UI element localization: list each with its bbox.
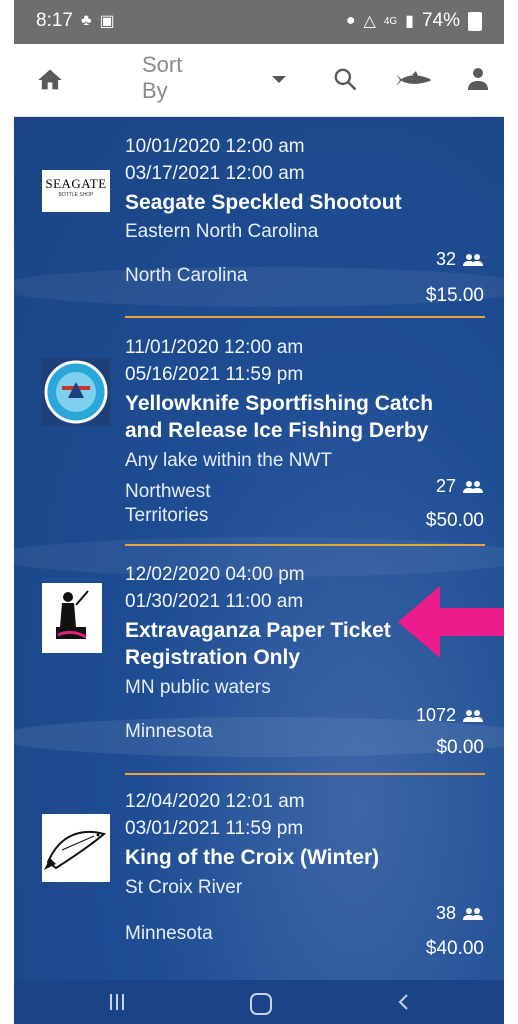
sort-label-line1: Sort <box>142 52 183 77</box>
back-icon[interactable] <box>392 990 416 1014</box>
location-icon: ● <box>345 12 356 29</box>
item-divider <box>125 773 485 775</box>
start-date: 10/01/2020 12:00 am <box>125 136 305 157</box>
logo-text: SEAGATE <box>45 176 107 191</box>
battery-icon <box>468 11 482 31</box>
tournament-location: Eastern North Carolina <box>125 221 319 242</box>
wifi-icon: △ <box>363 13 376 30</box>
start-date: 12/02/2020 04:00 pm <box>125 564 305 585</box>
search-icon[interactable] <box>332 66 358 92</box>
tournament-region-line2: Territories <box>125 505 209 526</box>
participant-count: 32 <box>436 249 484 270</box>
participant-number: 38 <box>435 903 456 923</box>
battery-percent: 74% <box>421 10 460 31</box>
system-nav-bar <box>14 980 504 1024</box>
image-notification-icon: ▣ <box>99 13 115 30</box>
item-divider <box>125 544 485 546</box>
participant-number: 32 <box>435 249 456 269</box>
home-nav-icon[interactable] <box>250 993 272 1015</box>
tournament-region-line1: Northwest <box>125 481 211 502</box>
tournament-title-line1[interactable]: Yellowknife Sportfishing Catch <box>125 391 470 416</box>
tournament-region: Minnesota <box>125 923 213 944</box>
participant-number: 1072 <box>415 705 456 725</box>
tournament-logo <box>42 358 110 426</box>
tournament-title-line2[interactable]: and Release Ice Fishing Derby <box>125 418 470 443</box>
start-date: 11/01/2020 12:00 am <box>125 337 304 358</box>
tournament-location: St Croix River <box>125 877 243 898</box>
people-icon <box>463 907 483 920</box>
tournament-title[interactable]: King of the Croix (Winter) <box>125 845 470 870</box>
entry-fee: $50.00 <box>425 510 484 531</box>
participant-count: 38 <box>436 903 484 924</box>
participant-count: 27 <box>436 476 484 497</box>
person-icon[interactable] <box>466 66 490 92</box>
participant-number: 27 <box>435 476 456 496</box>
clock: 8:17 <box>36 10 73 31</box>
sort-by-dropdown[interactable]: Sort By <box>142 52 182 104</box>
extravaganza-logo-icon <box>42 583 102 653</box>
end-date: 03/01/2021 11:59 pm <box>125 818 304 839</box>
tournament-region: North Carolina <box>125 265 248 286</box>
tournament-list[interactable]: SEAGATE BOTTLE SHOP 10/01/2020 12:00 am … <box>14 117 504 980</box>
status-right: ● △ 4G ▮ 74% <box>346 10 482 32</box>
status-left: 8:17 ♣ ▣ <box>36 10 115 32</box>
entry-fee: $15.00 <box>425 285 484 306</box>
tournament-logo: SEAGATE BOTTLE SHOP <box>42 170 110 212</box>
notification-icon: ♣ <box>80 12 92 29</box>
app-bar: Sort By <box>14 44 504 117</box>
annotation-arrow-icon <box>398 586 504 658</box>
start-date: 12/04/2020 12:01 am <box>125 791 305 812</box>
fish-icon[interactable] <box>394 70 434 90</box>
sturgeon-logo-icon <box>42 814 110 882</box>
participant-count: 1072 <box>416 705 484 726</box>
sort-label-line2: By <box>142 78 168 103</box>
people-icon <box>463 709 483 722</box>
people-icon <box>463 480 483 493</box>
tournament-logo <box>42 814 110 882</box>
end-date: 01/30/2021 11:00 am <box>125 591 304 612</box>
people-icon <box>463 253 483 266</box>
tournament-region: Minnesota <box>125 721 213 742</box>
home-icon[interactable] <box>36 66 64 94</box>
logo-subtext: BOTTLE SHOP <box>58 192 94 198</box>
signal-icon: ▮ <box>405 13 414 30</box>
end-date: 03/17/2021 12:00 am <box>125 163 305 184</box>
status-bar: 8:17 ♣ ▣ ● △ 4G ▮ 74% <box>14 0 504 44</box>
end-date: 05/16/2021 11:59 pm <box>125 364 304 385</box>
phone-screen: 8:17 ♣ ▣ ● △ 4G ▮ 74% Sort By SEAGATE BO… <box>14 0 504 1024</box>
tournament-location: Any lake within the NWT <box>125 450 332 471</box>
sort-caret-icon[interactable] <box>272 76 286 83</box>
recent-apps-icon[interactable] <box>110 994 128 1012</box>
entry-fee: $0.00 <box>436 737 484 758</box>
network-type: 4G <box>383 15 398 27</box>
yellowknife-logo-icon <box>44 360 108 424</box>
tournament-title[interactable]: Seagate Speckled Shootout <box>125 190 470 215</box>
tournament-logo <box>42 583 102 653</box>
entry-fee: $40.00 <box>425 938 484 959</box>
item-divider <box>125 316 485 318</box>
tournament-location: MN public waters <box>125 677 271 698</box>
